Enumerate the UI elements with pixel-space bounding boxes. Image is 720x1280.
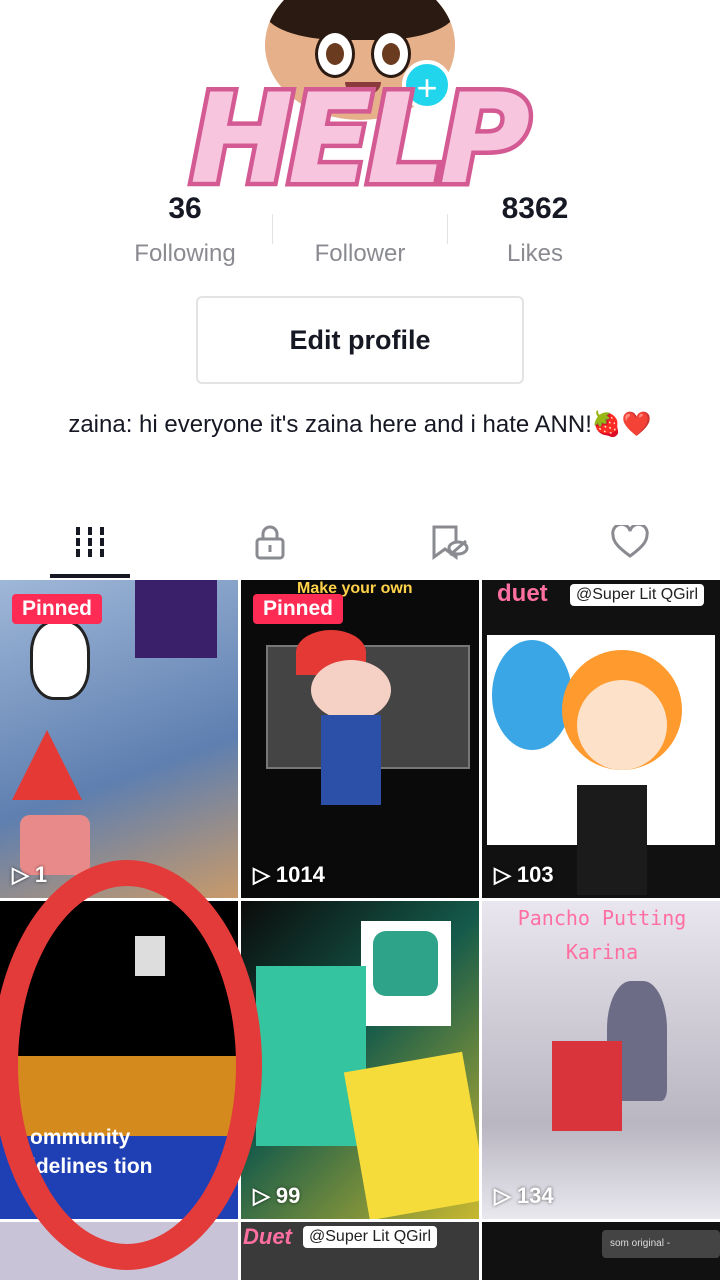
view-count: ▷ 134	[494, 1183, 554, 1208]
help-overlay-text: HELP	[185, 68, 534, 212]
tab-private[interactable]	[180, 512, 360, 572]
bookmark-eye-icon	[432, 525, 469, 560]
edit-profile-button[interactable]: Edit profile	[196, 296, 524, 384]
view-count: ▷ 1014	[253, 862, 325, 887]
tab-saved[interactable]	[360, 512, 540, 572]
heart-icon	[611, 525, 649, 558]
video-thumbnail[interactable]: Duet @Super Lit QGirl	[241, 1222, 479, 1280]
video-caption: ommunity idelines tion	[30, 1126, 153, 1178]
view-count: ▷ 1	[12, 862, 48, 887]
video-thumbnail[interactable]: Pinned ▷ 1	[0, 580, 238, 898]
video-thumbnail[interactable]: som original -	[482, 1222, 720, 1280]
video-caption: duet	[497, 580, 548, 607]
following-label[interactable]: Following	[105, 240, 265, 268]
video-thumbnail[interactable]: duet @Super Lit QGirl ▷ 103	[482, 580, 720, 898]
video-thumbnail[interactable]: ▷ 99	[241, 901, 479, 1219]
video-caption: Duet	[243, 1224, 292, 1249]
tab-liked[interactable]	[540, 512, 720, 572]
profile-bio: zaina: hi everyone it's zaina here and i…	[68, 411, 652, 438]
videos-grid-icon	[76, 527, 104, 557]
lock-icon	[255, 525, 285, 560]
stats-divider	[272, 214, 273, 244]
likes-label[interactable]: Likes	[455, 240, 615, 268]
video-thumbnail[interactable]: Make your own Pinned ▷ 1014	[241, 580, 479, 898]
video-thumbnail[interactable]: ommunity idelines tion	[0, 901, 238, 1219]
video-thumbnail[interactable]	[0, 1222, 238, 1280]
view-count: ▷ 99	[253, 1183, 301, 1208]
stats-divider	[447, 214, 448, 244]
follower-label[interactable]: Follower	[280, 240, 440, 268]
view-count: ▷ 103	[494, 862, 554, 887]
pinned-badge: Pinned	[12, 594, 103, 624]
active-tab-indicator	[50, 574, 130, 578]
video-caption: som original -	[602, 1230, 720, 1258]
play-icon: ▷	[494, 1183, 511, 1208]
video-caption: Pancho Putting Karina	[517, 906, 687, 964]
pinned-badge: Pinned	[253, 594, 344, 624]
play-icon: ▷	[12, 862, 29, 887]
play-icon: ▷	[494, 862, 511, 887]
video-thumbnail[interactable]: Pancho Putting Karina ▷ 134	[482, 901, 720, 1219]
tab-videos[interactable]	[0, 512, 180, 572]
duet-tag: @Super Lit QGirl	[303, 1226, 438, 1248]
play-icon: ▷	[253, 862, 270, 887]
duet-tag: @Super Lit QGirl	[570, 584, 705, 606]
play-icon: ▷	[253, 1183, 270, 1208]
